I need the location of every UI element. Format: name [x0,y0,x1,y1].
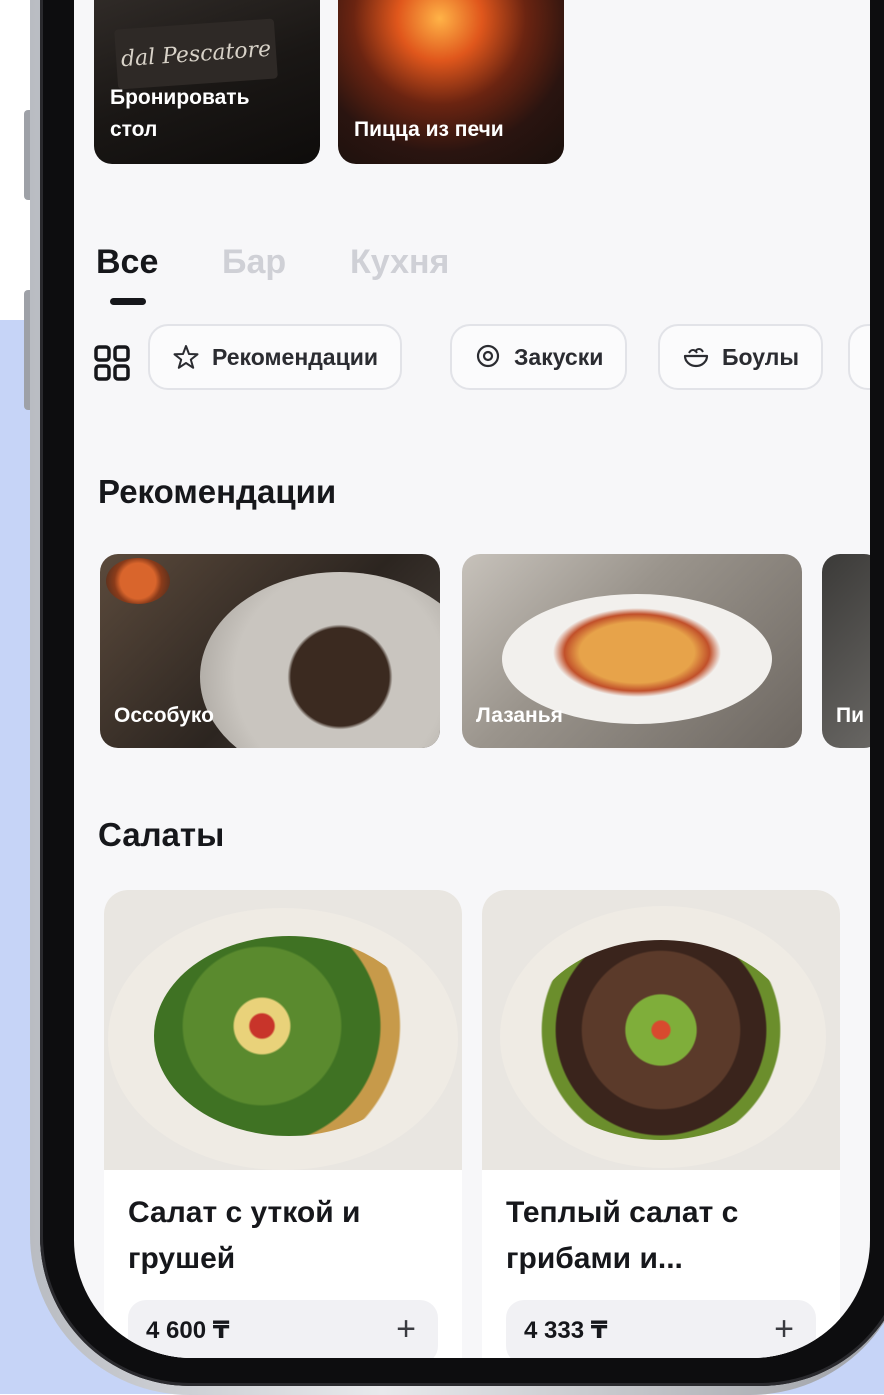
chip-bowls[interactable]: Боулы [658,324,824,390]
bowl-icon [683,348,709,368]
book-table-label: Бронировать стол [110,86,250,141]
oven-pizza-label: Пицца из печи [354,118,504,141]
chip-next-partial[interactable] [848,324,870,390]
book-table-card[interactable]: dal Pescatore Бронировать стол [94,0,320,164]
salad-photo [482,890,840,1170]
grid-icon[interactable] [94,345,130,381]
salad-card-warm-mushroom[interactable]: Теплый салат с грибами и... 4 333 ₸ + [482,890,840,1358]
salad-card-duck-pear[interactable]: Салат с уткой и грушей 4 600 ₸ + [104,890,462,1358]
recommendation-label: Оссобуко [114,704,214,727]
food-photo [200,572,440,748]
recommendation-card-ossobuco[interactable]: Оссобуко [100,554,440,748]
price-row: 4 333 ₸ + [506,1300,816,1358]
salads-title: Салаты [98,816,225,853]
location-pin-icon [476,344,500,368]
chip-label: Боулы [722,343,800,370]
recommendation-card-partial[interactable]: Пи [822,554,870,748]
oven-pizza-card[interactable]: Пицца из печи [338,0,564,164]
tab-all[interactable]: Все [96,243,158,282]
recommendation-card-lasagna[interactable]: Лазанья [462,554,802,748]
add-icon[interactable]: + [396,1310,416,1349]
tab-kitchen[interactable]: Кухня [350,243,449,282]
app-screen: dal Pescatore Бронировать стол Пицца из … [74,0,870,1358]
price: 4 600 ₸ [146,1317,230,1344]
add-icon[interactable]: + [774,1310,794,1349]
recommendation-label: Пи [836,704,865,727]
active-tab-indicator [110,298,146,305]
recommendations-title: Рекомендации [98,473,337,510]
star-icon [173,345,199,369]
price: 4 333 ₸ [524,1317,608,1344]
recommendation-label: Лазанья [476,704,563,727]
salad-photo [104,890,462,1170]
tab-bar[interactable]: Бар [222,243,286,282]
sauce-bowl [106,558,170,604]
salad-name: Теплый салат с грибами и... [506,1196,739,1275]
salad-name: Салат с уткой и грушей [128,1196,361,1275]
chip-snacks[interactable]: Закуски [450,324,628,390]
chip-label: Рекомендации [212,343,379,370]
restaurant-sign: dal Pescatore [114,18,278,90]
price-row: 4 600 ₸ + [128,1300,438,1358]
chip-label: Закуски [514,343,604,370]
chip-recommendations[interactable]: Рекомендации [148,324,403,390]
